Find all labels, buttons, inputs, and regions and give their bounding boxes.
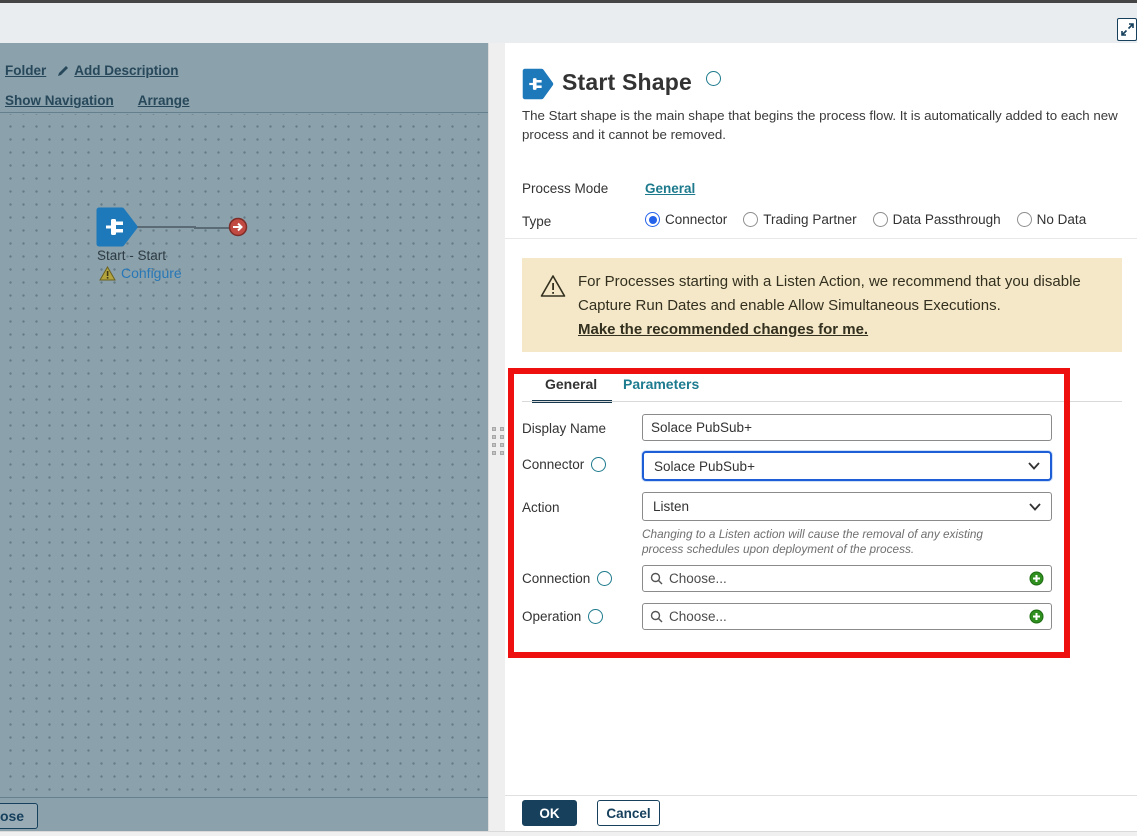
radio-trading-partner[interactable]: Trading Partner xyxy=(743,212,856,227)
tab-bar-border xyxy=(522,401,1122,402)
process-canvas[interactable]: Folder Add Description Show Navigation A… xyxy=(0,43,488,831)
top-toolbar xyxy=(0,3,1137,43)
radio-no-data-control[interactable] xyxy=(1017,212,1032,227)
page-description: The Start shape is the main shape that b… xyxy=(522,106,1122,144)
radio-data-passthrough-control[interactable] xyxy=(873,212,888,227)
connector-select-value: Solace PubSub+ xyxy=(654,459,755,474)
canvas-header: Folder Add Description Show Navigation A… xyxy=(0,43,488,113)
start-shape-properties-panel: Start Shape The Start shape is the main … xyxy=(505,43,1137,831)
start-shape-icon xyxy=(522,68,554,100)
action-select[interactable]: Listen xyxy=(642,492,1052,521)
process-mode-label: Process Mode xyxy=(522,181,608,196)
warning-text: For Processes starting with a Listen Act… xyxy=(578,273,1081,314)
connection-label: Connection xyxy=(522,571,590,586)
warning-triangle-icon xyxy=(99,266,116,281)
folder-link[interactable]: Folder xyxy=(5,63,46,78)
warning-recommend-link[interactable]: Make the recommended changes for me. xyxy=(578,318,868,342)
radio-data-passthrough-label: Data Passthrough xyxy=(893,212,1001,227)
radio-connector[interactable]: Connector xyxy=(645,212,727,227)
type-label: Type xyxy=(522,214,551,229)
section-divider xyxy=(505,238,1137,239)
radio-no-data-label: No Data xyxy=(1037,212,1087,227)
search-icon xyxy=(650,610,663,623)
search-icon xyxy=(650,572,663,585)
connection-choose-input[interactable]: Choose... xyxy=(642,565,1052,592)
radio-connector-label: Connector xyxy=(665,212,727,227)
connector-info-icon[interactable] xyxy=(591,457,606,472)
radio-connector-control[interactable] xyxy=(645,212,660,227)
configure-link[interactable]: Configure xyxy=(121,265,182,281)
chevron-down-icon xyxy=(1028,462,1040,470)
listen-action-warning-banner: For Processes starting with a Listen Act… xyxy=(522,258,1122,352)
display-name-input[interactable] xyxy=(642,414,1052,441)
connector-label: Connector xyxy=(522,457,584,472)
add-connection-button[interactable] xyxy=(1029,571,1044,586)
connector-line xyxy=(137,227,241,228)
operation-info-icon[interactable] xyxy=(588,609,603,624)
type-radio-group: Connector Trading Partner Data Passthrou… xyxy=(645,212,1086,227)
panel-splitter[interactable] xyxy=(488,43,505,836)
operation-label: Operation xyxy=(522,609,581,624)
title-info-icon[interactable] xyxy=(706,71,721,86)
splitter-drag-handle[interactable] xyxy=(492,427,504,455)
radio-data-passthrough[interactable]: Data Passthrough xyxy=(873,212,1001,227)
operation-placeholder: Choose... xyxy=(669,609,727,624)
action-change-note: Changing to a Listen action will cause t… xyxy=(642,527,1022,557)
operation-choose-input[interactable]: Choose... xyxy=(642,603,1052,630)
cancel-button[interactable]: Cancel xyxy=(597,800,660,826)
endpoint-arrow-icon[interactable] xyxy=(230,219,247,236)
plus-icon xyxy=(1029,571,1044,586)
expand-icon xyxy=(1121,23,1134,36)
tab-general[interactable]: General xyxy=(545,376,597,392)
add-operation-button[interactable] xyxy=(1029,609,1044,624)
window-bottom-strip xyxy=(0,831,1137,836)
action-select-value: Listen xyxy=(653,499,689,514)
pencil-icon xyxy=(56,64,70,78)
close-button[interactable]: Close xyxy=(0,803,38,829)
start-shape-node[interactable] xyxy=(95,206,250,250)
display-name-label: Display Name xyxy=(522,421,606,436)
connection-info-icon[interactable] xyxy=(597,571,612,586)
radio-trading-partner-control[interactable] xyxy=(743,212,758,227)
connection-placeholder: Choose... xyxy=(669,571,727,586)
tab-bar: General Parameters xyxy=(522,376,1122,402)
warning-outline-icon xyxy=(540,274,566,298)
add-description-link[interactable]: Add Description xyxy=(74,63,178,78)
radio-trading-partner-label: Trading Partner xyxy=(763,212,856,227)
tab-parameters[interactable]: Parameters xyxy=(623,376,699,392)
connector-select[interactable]: Solace PubSub+ xyxy=(642,451,1052,481)
chevron-down-icon xyxy=(1029,503,1041,511)
arrange-link[interactable]: Arrange xyxy=(138,93,190,108)
ok-button[interactable]: OK xyxy=(522,800,577,826)
page-title: Start Shape xyxy=(562,69,692,96)
shape-name-label: Start - Start xyxy=(97,248,166,263)
canvas-footer: Close xyxy=(0,797,488,831)
expand-panel-button[interactable] xyxy=(1117,18,1137,41)
footer-divider xyxy=(505,795,1137,796)
action-label: Action xyxy=(522,500,560,515)
process-mode-value-link[interactable]: General xyxy=(645,181,695,196)
radio-no-data[interactable]: No Data xyxy=(1017,212,1087,227)
plus-icon xyxy=(1029,609,1044,624)
show-navigation-link[interactable]: Show Navigation xyxy=(5,93,114,108)
start-shape-pentagon[interactable] xyxy=(99,210,135,244)
